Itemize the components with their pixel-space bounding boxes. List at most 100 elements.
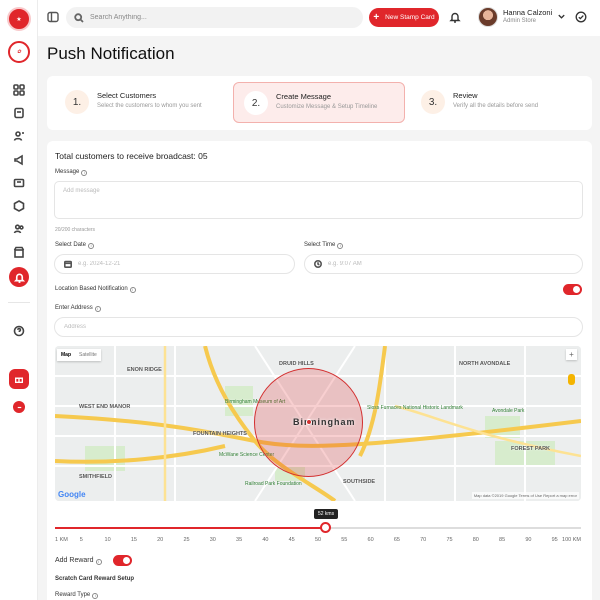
time-label-text: Select Time	[304, 242, 336, 248]
step-title: Select Customers	[97, 91, 157, 100]
info-icon[interactable]: i	[94, 306, 101, 312]
slider-tick-label: 75	[446, 537, 453, 543]
info-icon[interactable]: i	[81, 170, 88, 176]
info-icon[interactable]: i	[92, 593, 99, 599]
map-place: Railroad Park Foundation	[245, 481, 302, 487]
city-label: Birmingham	[293, 417, 356, 427]
address-field[interactable]	[54, 317, 583, 337]
info-icon[interactable]: i	[337, 243, 344, 249]
total-customers: Total customers to receive broadcast: 05	[55, 151, 208, 161]
step-review[interactable]: 3. Review Verify all the details before …	[411, 82, 583, 123]
brand-logo[interactable]: ★	[7, 7, 31, 31]
step-number: 2.	[244, 91, 268, 115]
slider-thumb[interactable]	[320, 522, 332, 533]
slider-tick-label: 65	[393, 537, 400, 543]
step-number: 1.	[65, 90, 89, 114]
stamp-cards-icon[interactable]	[11, 105, 27, 121]
store-logo[interactable]: ✿	[8, 41, 30, 63]
help-icon[interactable]	[11, 323, 27, 339]
sidebar-toggle-icon[interactable]	[47, 11, 59, 23]
map-type-map[interactable]: Map	[57, 349, 75, 361]
clock-icon	[314, 260, 322, 268]
map[interactable]: Map Satellite + DRUID HILLS NORTH AVONDA…	[55, 346, 581, 501]
verified-icon[interactable]	[575, 11, 587, 23]
map-label: DRUID HILLS	[279, 361, 314, 367]
radius-slider[interactable]	[55, 522, 581, 533]
gift-icon[interactable]	[9, 369, 29, 389]
date-input[interactable]	[78, 261, 278, 267]
campaigns-icon[interactable]	[11, 152, 27, 168]
chevron-down-icon[interactable]	[557, 12, 566, 21]
map-type-satellite[interactable]: Satellite	[75, 349, 101, 361]
store-icon[interactable]	[11, 244, 27, 260]
reward-toggle[interactable]	[113, 555, 132, 566]
map-credits[interactable]: Map data ©2019 Google Terms of Use Repor…	[471, 492, 579, 499]
message-form-card: Total customers to receive broadcast: 05…	[47, 141, 592, 600]
page-title: Push Notification	[47, 44, 175, 63]
slider-tooltip: 52 kms	[313, 509, 339, 519]
message-field[interactable]	[54, 181, 583, 219]
slider-tick-label: 45	[288, 537, 295, 543]
search-input[interactable]	[90, 14, 350, 21]
slider-tick-label: 70	[420, 537, 427, 543]
reward-label: Add Reward i	[55, 557, 102, 565]
sidebar-divider	[8, 302, 30, 303]
settings-icon[interactable]	[11, 198, 27, 214]
coupons-icon[interactable]	[11, 175, 27, 191]
slider-tick-label: 85	[499, 537, 506, 543]
google-logo: Google	[58, 490, 86, 499]
map-type-control[interactable]: Map Satellite	[57, 349, 101, 361]
map-label: SOUTHSIDE	[343, 479, 376, 485]
map-label: ENON RIDGE	[127, 367, 162, 373]
location-pin-icon[interactable]	[306, 419, 312, 425]
time-field[interactable]	[304, 254, 583, 274]
time-label: Select Time i	[304, 242, 344, 249]
dashboard-icon[interactable]	[11, 82, 27, 98]
pegman-icon[interactable]	[568, 374, 575, 385]
map-label: SMITHFIELD	[79, 474, 112, 480]
plus-icon: +	[373, 11, 380, 23]
calendar-icon	[64, 260, 72, 268]
slider-tick-label: 5	[79, 537, 83, 543]
new-stamp-card-label: New Stamp Card	[385, 14, 435, 21]
message-label-text: Message	[55, 169, 80, 175]
new-stamp-card-button[interactable]: + New Stamp Card	[369, 8, 439, 27]
slider-tick-label: 35	[236, 537, 243, 543]
message-input[interactable]	[55, 182, 582, 218]
address-input[interactable]	[64, 324, 264, 330]
date-label: Select Date i	[55, 242, 95, 249]
slider-tick-label: 100 KM	[562, 537, 581, 543]
step-title: Review	[453, 91, 478, 100]
customers-icon[interactable]	[11, 128, 27, 144]
location-toggle[interactable]	[563, 284, 582, 295]
info-icon[interactable]: i	[129, 287, 136, 293]
info-icon[interactable]: i	[95, 559, 102, 565]
map-label: NORTH AVONDALE	[459, 361, 511, 367]
zoom-in-button[interactable]: +	[566, 349, 577, 360]
reward-label-text: Add Reward	[55, 557, 94, 564]
search-bar[interactable]	[66, 7, 363, 28]
sidebar: ★ ✿	[0, 0, 38, 600]
step-subtitle: Select the customers to whom you sent	[97, 103, 202, 109]
step-number: 3.	[421, 90, 445, 114]
avatar[interactable]	[478, 7, 498, 27]
date-field[interactable]	[54, 254, 295, 274]
map-label: FOUNTAIN HEIGHTS	[193, 431, 247, 437]
map-label: FOREST PARK	[511, 446, 551, 452]
team-icon[interactable]	[11, 221, 27, 237]
step-select-customers[interactable]: 1. Select Customers Select the customers…	[55, 82, 227, 123]
time-input[interactable]	[328, 261, 528, 267]
logout-icon[interactable]	[13, 401, 25, 413]
step-create-message[interactable]: 2. Create Message Customize Message & Se…	[233, 82, 405, 123]
stepper: 1. Select Customers Select the customers…	[47, 76, 592, 130]
slider-tick-label: 60	[367, 537, 374, 543]
info-icon[interactable]: i	[88, 243, 95, 249]
location-label-text: Location Based Notification	[55, 286, 128, 292]
slider-tick-label: 15	[130, 537, 137, 543]
push-notification-icon[interactable]	[9, 267, 29, 287]
message-label: Message i	[55, 169, 88, 176]
address-label-text: Enter Address	[55, 305, 93, 311]
slider-tick-label: 55	[341, 537, 348, 543]
bell-icon[interactable]	[449, 11, 461, 23]
map-place: Sloss Furnaces National Historic Landmar…	[367, 405, 463, 411]
